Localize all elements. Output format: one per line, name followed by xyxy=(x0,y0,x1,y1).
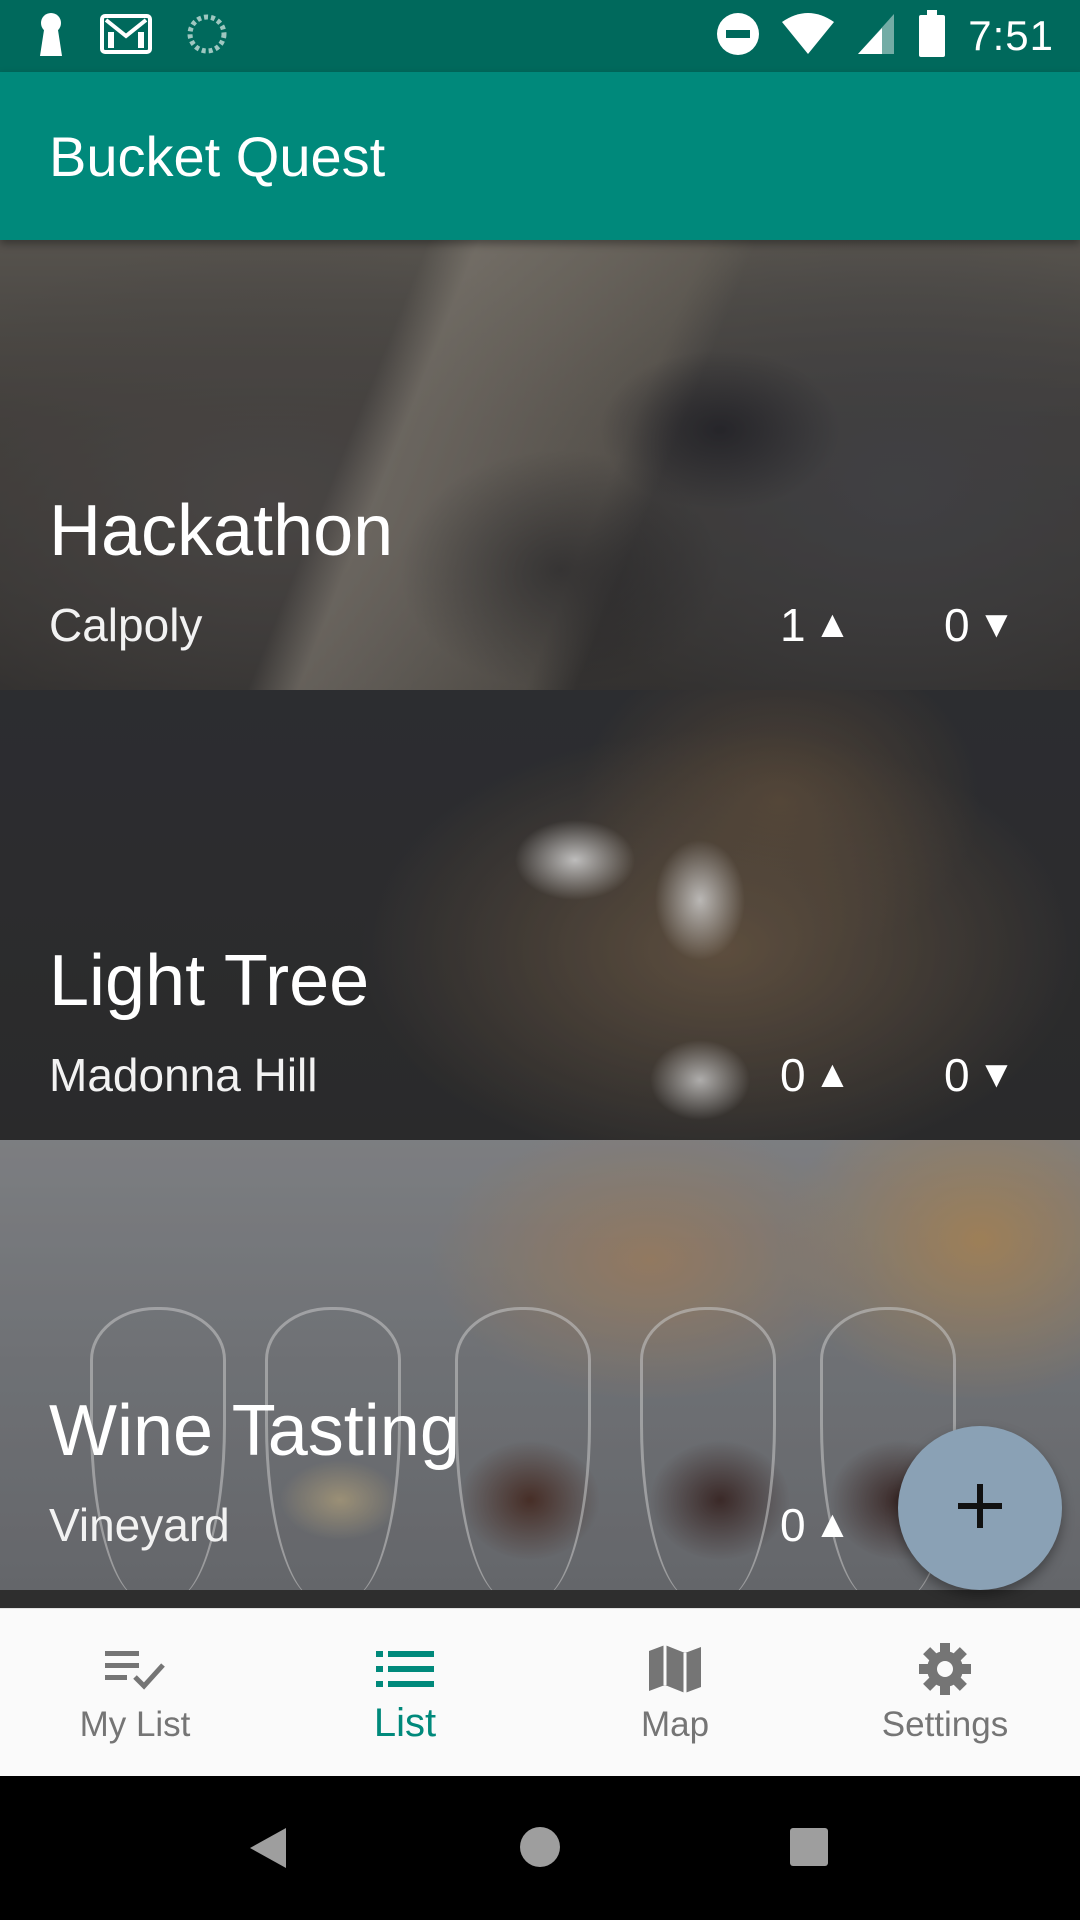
list-item[interactable]: Light Tree Madonna Hill 0 ▲ 0 ▼ xyxy=(0,690,1080,1140)
event-title: Wine Tasting xyxy=(49,1391,460,1471)
nav-label: Settings xyxy=(881,1705,1009,1744)
gmail-icon xyxy=(100,14,152,58)
nav-map[interactable]: Map xyxy=(540,1609,810,1777)
downvote-button[interactable]: 0 ▼ xyxy=(944,1048,1015,1102)
plus-icon xyxy=(958,1484,1002,1532)
upvote-button[interactable]: 0 ▲ xyxy=(780,1498,851,1552)
list-icon xyxy=(376,1649,434,1693)
up-arrow-icon: ▲ xyxy=(813,1053,852,1096)
nav-label: Map xyxy=(640,1705,710,1744)
event-list[interactable]: Hackathon Calpoly 1 ▲ 0 ▼ Light Tree Mad… xyxy=(0,240,1080,1608)
clock: 7:51 xyxy=(968,12,1054,59)
down-arrow-icon: ▼ xyxy=(977,1053,1016,1096)
keyhole-notification-icon xyxy=(36,12,66,60)
upvote-count: 0 xyxy=(780,1049,806,1101)
list-item[interactable]: Hackathon Calpoly 1 ▲ 0 ▼ xyxy=(0,240,1080,690)
upvote-count: 0 xyxy=(780,1499,806,1551)
event-title: Light Tree xyxy=(49,941,370,1021)
event-title: Hackathon xyxy=(49,491,394,571)
nav-list[interactable]: List xyxy=(270,1609,540,1777)
nav-label: List xyxy=(373,1701,437,1745)
bottom-navigation: My List List Map Settings xyxy=(0,1608,1080,1777)
downvote-button[interactable]: 0 ▼ xyxy=(944,598,1015,652)
event-location: Calpoly xyxy=(49,599,203,651)
add-item-button[interactable] xyxy=(898,1426,1062,1590)
nav-my-list[interactable]: My List xyxy=(0,1609,270,1777)
app-bar: Bucket Quest xyxy=(0,72,1080,240)
downvote-count: 0 xyxy=(944,599,970,651)
sync-icon xyxy=(186,13,228,59)
status-bar: 7:51 xyxy=(0,0,1080,72)
system-navigation-bar xyxy=(0,1776,1080,1920)
down-arrow-icon: ▼ xyxy=(977,603,1016,646)
page-title: Bucket Quest xyxy=(49,125,386,188)
event-location: Madonna Hill xyxy=(49,1049,318,1101)
battery-icon xyxy=(918,10,946,62)
upvote-button[interactable]: 0 ▲ xyxy=(780,1048,851,1102)
up-arrow-icon: ▲ xyxy=(813,1503,852,1546)
do-not-disturb-icon xyxy=(716,12,760,60)
map-icon xyxy=(647,1641,703,1701)
upvote-count: 1 xyxy=(780,599,806,651)
event-location: Vineyard xyxy=(49,1499,230,1551)
back-icon[interactable] xyxy=(248,1826,288,1874)
downvote-count: 0 xyxy=(944,1049,970,1101)
wifi-icon xyxy=(782,12,835,60)
gear-icon xyxy=(917,1641,973,1701)
up-arrow-icon: ▲ xyxy=(813,603,852,646)
nav-settings[interactable]: Settings xyxy=(810,1609,1080,1777)
signal-icon xyxy=(856,12,896,60)
recents-icon[interactable] xyxy=(790,1828,828,1870)
home-icon[interactable] xyxy=(519,1826,561,1872)
upvote-button[interactable]: 1 ▲ xyxy=(780,598,851,652)
playlist-check-icon xyxy=(103,1645,167,1697)
nav-label: My List xyxy=(79,1705,191,1744)
